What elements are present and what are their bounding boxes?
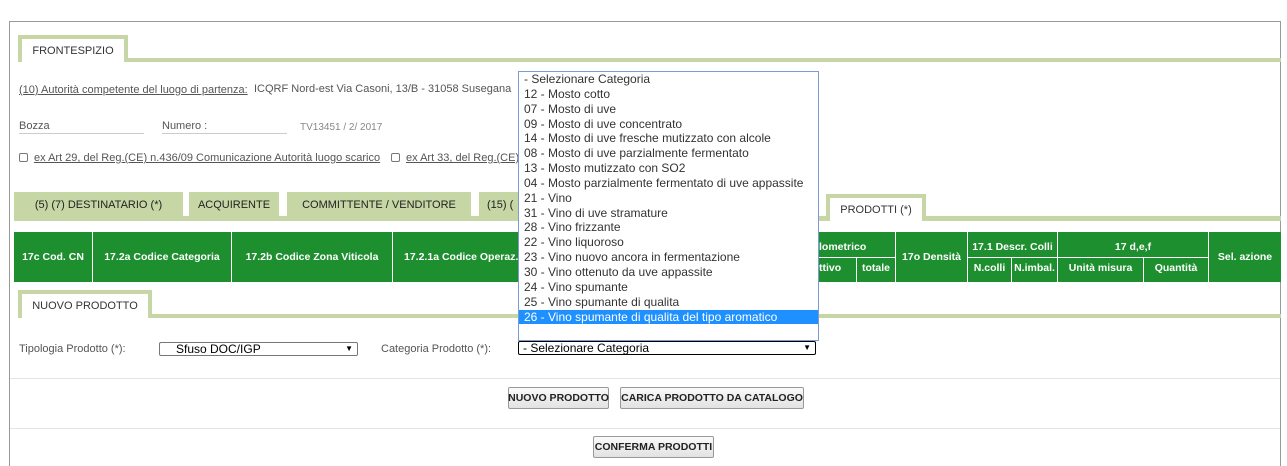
dropdown-option[interactable]: 26 - Vino spumante di qualita del tipo a… bbox=[519, 309, 818, 325]
tab-nuovo-prodotto[interactable]: NUOVO PRODOTTO bbox=[18, 290, 152, 318]
frontespizio-rule bbox=[128, 58, 1281, 62]
chevron-down-icon: ▼ bbox=[803, 343, 811, 352]
tab-15[interactable]: (15) ( bbox=[479, 192, 519, 218]
th-densita: 17o Densità bbox=[902, 251, 961, 263]
nuovo-prodotto-button-label: NUOVO PRODOTTO bbox=[508, 392, 609, 404]
th-divider-h bbox=[819, 257, 895, 258]
tab-committente[interactable]: COMMITTENTE / VENDITORE bbox=[287, 192, 471, 218]
dropdown-option[interactable]: 28 - Vino frizzante bbox=[519, 220, 818, 235]
checkbox-art33[interactable] bbox=[391, 153, 400, 162]
th-cod-cn: 17c Cod. CN bbox=[22, 251, 84, 263]
tab-15-label: (15) ( bbox=[487, 199, 514, 211]
conferma-prodotti-button[interactable]: CONFERMA PRODOTTI bbox=[593, 436, 714, 458]
categoria-select-value: - Selezionare Categoria bbox=[523, 341, 650, 355]
categoria-select[interactable]: - Selezionare Categoria ▼ bbox=[518, 341, 816, 355]
categoria-dropdown-list[interactable]: - Selezionare Categoria 12 - Mosto cotto 0… bbox=[518, 71, 819, 341]
tab-frontespizio-label: FRONTESPIZIO bbox=[32, 44, 114, 57]
dropdown-option[interactable]: 08 - Mosto di uve parzialmente fermentat… bbox=[519, 146, 818, 161]
tipologia-label: Tipologia Prodotto (*): bbox=[19, 343, 126, 355]
dropdown-option[interactable]: 21 - Vino bbox=[519, 191, 818, 206]
conferma-prodotti-button-label: CONFERMA PRODOTTI bbox=[594, 441, 713, 453]
th-sel-azione: Sel. azione bbox=[1217, 251, 1273, 263]
checkbox-art29-label: ex Art 29, del Reg.(CE) n.436/09 Comunic… bbox=[34, 152, 381, 164]
th-quantita: Quantità bbox=[1154, 261, 1198, 274]
bozza-underline bbox=[19, 133, 144, 134]
th-unita-misura: Unità misura bbox=[1068, 261, 1133, 274]
numero-label: Numero : bbox=[162, 120, 208, 132]
th-nimbal: N.imbal. bbox=[1014, 261, 1055, 274]
tab-prodotti-label: PRODOTTI (*) bbox=[840, 203, 912, 216]
th-codice-operaz: 17.2.1a Codice Operaz. V bbox=[404, 251, 529, 263]
nuovo-prodotto-button[interactable]: NUOVO PRODOTTO bbox=[508, 387, 609, 409]
autorita-label: (10) Autorità competente del luogo di pa… bbox=[19, 84, 248, 96]
dropdown-option[interactable]: 13 - Mosto mutizzato con SO2 bbox=[519, 161, 818, 176]
tab-frontespizio[interactable]: FRONTESPIZIO bbox=[18, 35, 128, 62]
carica-catalogo-button-label: CARICA PRODOTTO DA CATALOGO bbox=[621, 392, 803, 404]
tab-acquirente[interactable]: ACQUIRENTE bbox=[189, 192, 279, 218]
carica-catalogo-button[interactable]: CARICA PRODOTTO DA CATALOGO bbox=[620, 387, 804, 409]
tab-nuovo-prodotto-label: NUOVO PRODOTTO bbox=[32, 300, 138, 312]
dropdown-option[interactable]: 23 - Vino nuovo ancora in fermentazione bbox=[519, 250, 818, 265]
th-divider-h bbox=[968, 257, 1208, 258]
dropdown-option[interactable]: 12 - Mosto cotto bbox=[519, 87, 818, 102]
th-codice-categoria: 17.2a Codice Categoria bbox=[104, 251, 220, 263]
dropdown-option[interactable]: 30 - Vino ottenuto da uve appassite bbox=[519, 265, 818, 280]
th-effettivo: ttivo bbox=[819, 261, 842, 274]
chevron-down-icon: ▼ bbox=[345, 344, 353, 353]
dropdown-option[interactable]: 07 - Mosto di uve bbox=[519, 102, 818, 117]
th-codice-zona: 17.2b Codice Zona Viticola bbox=[245, 251, 379, 263]
checkbox-art33-label: ex Art 33, del Reg.(CE) n bbox=[406, 152, 529, 164]
dropdown-option[interactable]: 09 - Mosto di uve concentrato bbox=[519, 117, 818, 132]
numero-value: TV13451 / 2/ 2017 bbox=[300, 122, 383, 133]
tipologia-select-value: Sfuso DOC/IGP bbox=[176, 342, 261, 356]
separator bbox=[10, 428, 1280, 429]
categoria-label: Categoria Prodotto (*): bbox=[381, 343, 492, 355]
checkbox-art29[interactable] bbox=[19, 153, 28, 162]
tab-committente-label: COMMITTENTE / VENDITORE bbox=[302, 199, 456, 211]
dropdown-option[interactable]: 31 - Vino di uve stramature bbox=[519, 206, 818, 221]
tab-destinatario[interactable]: (5) (7) DESTINATARIO (*) bbox=[14, 192, 183, 218]
th-totale-text: totale bbox=[861, 261, 890, 274]
th-descr-colli: 17.1 Descr. Colli bbox=[972, 241, 1053, 253]
th-grado-alcolometrico: lometrico bbox=[819, 241, 867, 253]
numero-underline bbox=[162, 133, 287, 134]
th-def: 17 d,e,f bbox=[1114, 241, 1152, 253]
dropdown-option[interactable]: - Selezionare Categoria bbox=[519, 72, 818, 87]
dropdown-option[interactable]: 25 - Vino spumante di qualita bbox=[519, 295, 818, 310]
th-totale: totale bbox=[857, 259, 895, 276]
bozza-label: Bozza bbox=[19, 120, 50, 132]
dropdown-option[interactable]: 14 - Mosto di uve fresche mutizzato con … bbox=[519, 131, 818, 146]
dropdown-option[interactable]: 22 - Vino liquoroso bbox=[519, 235, 818, 250]
tab-destinatario-label: (5) (7) DESTINATARIO (*) bbox=[34, 199, 163, 211]
tab-prodotti[interactable]: PRODOTTI (*) bbox=[826, 194, 926, 221]
dropdown-option[interactable]: 24 - Vino spumante bbox=[519, 280, 818, 295]
tab-acquirente-label: ACQUIRENTE bbox=[197, 199, 271, 211]
separator bbox=[10, 378, 1280, 379]
tipologia-select[interactable]: Sfuso DOC/IGP ▼ bbox=[159, 342, 358, 356]
autorita-value: ICQRF Nord-est Via Casoni, 13/B - 31058 … bbox=[254, 83, 512, 95]
th-ncolli: N.colli bbox=[973, 261, 1006, 274]
dropdown-option[interactable]: 04 - Mosto parzialmente fermentato di uv… bbox=[519, 176, 818, 191]
